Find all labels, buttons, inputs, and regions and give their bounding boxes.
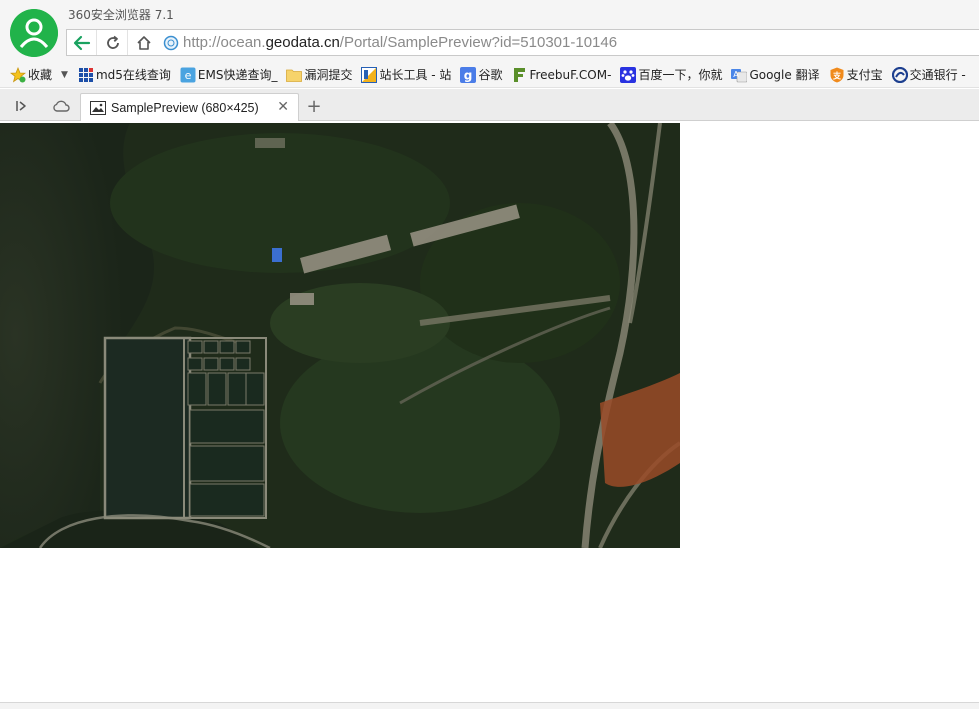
bookmark-vuln-submit[interactable]: 漏洞提交 [286, 65, 352, 85]
bookmark-label: 交通银行 - [909, 68, 966, 82]
address-toolbar: http://ocean.geodata.cn/Portal/SamplePre… [66, 29, 979, 56]
svg-text:支: 支 [832, 70, 842, 80]
site-globe-icon [163, 35, 179, 50]
close-tab-icon[interactable]: ✕ [277, 99, 289, 115]
sidebar-toggle-button[interactable] [9, 95, 33, 117]
title-bar: 360安全浏览器 7.1 http://ocean.geodata.cn/Por… [0, 0, 979, 62]
url-field[interactable]: http://ocean.geodata.cn/Portal/SamplePre… [163, 30, 617, 55]
tab-title: SamplePreview (680×425) [111, 100, 259, 115]
freebuf-icon [511, 67, 527, 83]
svg-text:g: g [464, 68, 473, 82]
bookmark-ems[interactable]: e EMS快递查询_ [180, 65, 278, 85]
bookmark-label: md5在线查询 [95, 68, 171, 82]
bankcomm-icon [891, 66, 908, 83]
bookmark-label: 收藏 [28, 68, 53, 82]
bookmark-baidu[interactable]: 百度一下，你就 [620, 65, 722, 85]
cloud-button[interactable] [49, 95, 73, 117]
user-icon [10, 9, 58, 57]
bookmark-md5[interactable]: md5在线查询 [78, 65, 171, 85]
star-icon [10, 66, 26, 83]
home-icon [137, 35, 151, 50]
bookmark-label: 百度一下，你就 [638, 68, 723, 82]
bookmarks-bar: 收藏 ▼ md5在线查询 e EMS快递查询_ 漏洞提交 站长工具 - 站 g … [0, 62, 979, 88]
svg-text:e: e [185, 69, 192, 82]
url-prefix: http://ocean. [183, 34, 266, 51]
url-domain: geodata.cn [265, 34, 340, 51]
bookmark-freebuf[interactable]: FreebuF.COM- [511, 65, 611, 85]
bookmark-label: FreebuF.COM- [529, 67, 612, 82]
grid-icon [78, 67, 94, 83]
favorites-dropdown-icon[interactable]: ▼ [61, 70, 68, 80]
baidu-paw-icon [620, 66, 637, 83]
chinaz-icon [361, 66, 378, 83]
google-g-icon: g [460, 66, 477, 83]
back-button[interactable] [67, 30, 97, 55]
ems-icon: e [180, 67, 196, 83]
page-content [0, 122, 979, 702]
bookmark-label: 支付宝 [846, 68, 883, 82]
bookmark-alipay[interactable]: 支 支付宝 [829, 65, 883, 85]
bookmark-label: 谷歌 [478, 68, 503, 82]
url-text: http://ocean.geodata.cn/Portal/SamplePre… [183, 34, 617, 51]
bookmark-label: 站长工具 - 站 [379, 68, 452, 82]
bookmark-favorites[interactable]: 收藏 [10, 65, 52, 85]
status-bar [0, 702, 979, 709]
new-tab-button[interactable]: + [304, 95, 324, 117]
url-path: /Portal/SamplePreview?id=510301-10146 [339, 34, 618, 51]
google-translate-icon: A [731, 67, 748, 83]
bookmark-label: Google 翻译 [749, 68, 820, 82]
refresh-button[interactable] [98, 30, 128, 55]
image-icon [90, 100, 106, 115]
bookmark-chinaz[interactable]: 站长工具 - 站 [361, 65, 451, 85]
bookmark-google-translate[interactable]: A Google 翻译 [731, 65, 820, 85]
folder-icon [286, 67, 303, 83]
tab-sample-preview[interactable]: SamplePreview (680×425) ✕ [80, 93, 299, 121]
bookmark-bankcomm[interactable]: 交通银行 - [891, 65, 966, 85]
sidebar-expand-icon [16, 101, 26, 111]
satellite-image [0, 123, 680, 548]
alipay-icon: 支 [829, 67, 845, 83]
cloud-icon [53, 100, 70, 112]
browser-title: 360安全浏览器 7.1 [68, 8, 174, 22]
svg-text:A: A [734, 70, 740, 79]
bookmark-label: EMS快递查询_ [197, 68, 278, 82]
user-avatar[interactable] [10, 9, 58, 57]
bookmark-google[interactable]: g 谷歌 [460, 65, 502, 85]
refresh-icon [106, 35, 119, 49]
bookmark-label: 漏洞提交 [304, 68, 353, 82]
home-button[interactable] [129, 30, 159, 55]
tab-strip: SamplePreview (680×425) ✕ + [0, 89, 979, 121]
back-arrow-icon [73, 35, 90, 50]
